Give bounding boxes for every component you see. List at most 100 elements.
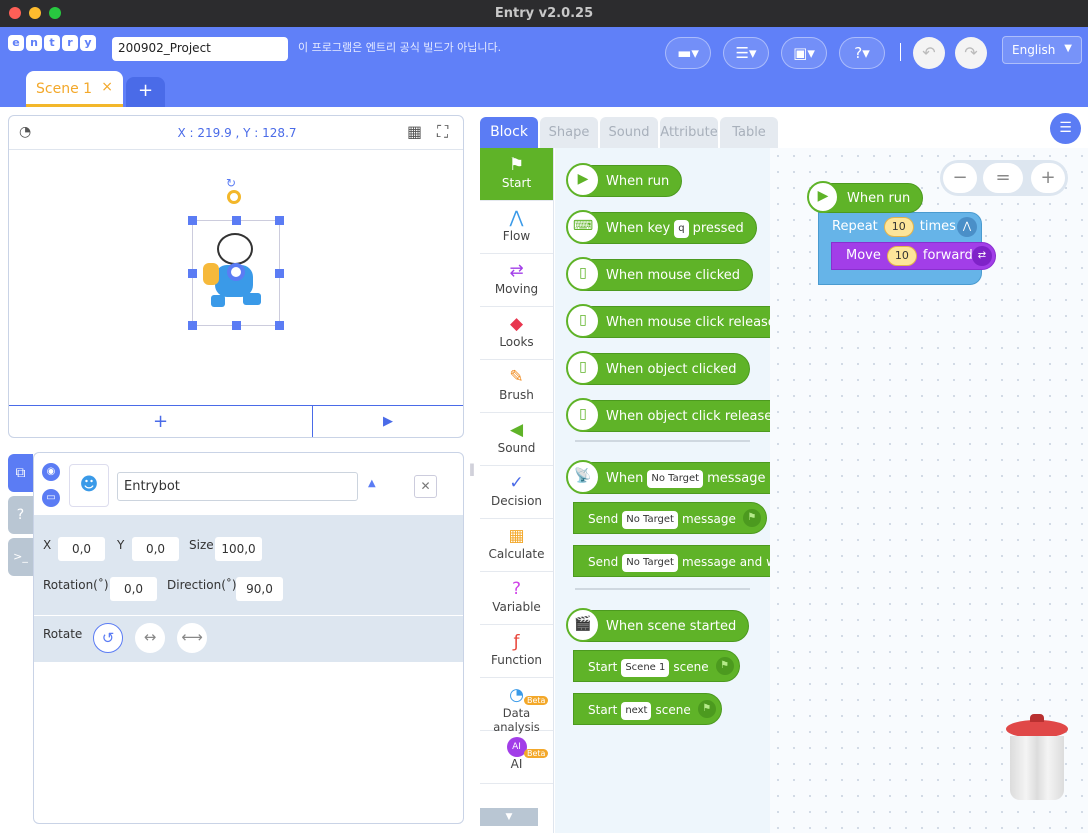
rotate-none-button[interactable]: ⟷: [177, 623, 207, 653]
category-sound[interactable]: ◀ Sound: [480, 413, 553, 466]
move-distance-input[interactable]: 10: [886, 245, 917, 266]
block-start-next-scene[interactable]: Start next scene ⚑: [573, 693, 722, 725]
header: entry 200902_Project 이 프로그램은 엔트리 공식 빌드가 …: [0, 27, 1088, 107]
message-dropdown[interactable]: No Target: [622, 553, 678, 572]
panel-resize-handle[interactable]: ‖: [469, 462, 475, 476]
category-looks[interactable]: ◆ Looks: [480, 307, 553, 360]
grid-icon[interactable]: ▦: [407, 122, 422, 141]
block-when-scene-started[interactable]: 🎬 When scene started: [566, 608, 750, 642]
rotation-label: Rotation(˚): [43, 578, 109, 592]
tab-sound[interactable]: Sound: [600, 117, 658, 148]
block-when-run[interactable]: ▶ When run: [566, 163, 683, 197]
object-thumbnail[interactable]: ☻: [69, 464, 109, 507]
category-decision[interactable]: ✓ Decision: [480, 466, 553, 519]
block-when-run-workspace[interactable]: ▶ When run: [807, 181, 924, 213]
rotate-horizontal-button[interactable]: ↔: [135, 623, 165, 653]
block-when-key-pressed[interactable]: ⌨ When key q pressed: [566, 210, 757, 244]
object-name-input[interactable]: Entrybot: [117, 472, 358, 501]
rotate-icon: ↻: [226, 176, 237, 190]
maximize-window-button[interactable]: [49, 7, 61, 19]
repeat-count-input[interactable]: 10: [883, 216, 914, 237]
y-input[interactable]: 0,0: [132, 537, 179, 561]
zoom-controls: − = +: [940, 160, 1068, 196]
language-select[interactable]: English ▼: [1002, 36, 1082, 64]
help-menu-button[interactable]: ?▾: [839, 37, 885, 69]
moving-icon: ⇄: [509, 261, 524, 281]
message-dropdown[interactable]: No Target: [622, 510, 678, 529]
flow-icon: ⋀: [509, 208, 524, 228]
run-button[interactable]: ▶: [313, 406, 463, 437]
message-dropdown[interactable]: No Target: [647, 469, 704, 488]
undo-button[interactable]: ↶: [913, 37, 945, 69]
category-variable[interactable]: ? Variable: [480, 572, 553, 625]
tab-help[interactable]: ?: [8, 496, 33, 534]
category-brush[interactable]: ✎ Brush: [480, 360, 553, 413]
y-label: Y: [117, 538, 125, 552]
minimize-window-button[interactable]: [29, 7, 41, 19]
window-title: Entry v2.0.25: [494, 6, 594, 21]
x-input[interactable]: 0,0: [58, 537, 105, 561]
scene-dropdown[interactable]: next: [621, 701, 652, 720]
tab-object[interactable]: ⧉: [8, 454, 33, 492]
delete-object-button[interactable]: ✕: [414, 475, 437, 498]
tab-block[interactable]: Block: [480, 117, 538, 148]
block-when-object-clicked[interactable]: ▯ When object clicked: [566, 351, 750, 385]
zoom-in-button[interactable]: +: [1031, 163, 1065, 193]
close-window-button[interactable]: [9, 7, 21, 19]
rotate-label: Rotate: [43, 627, 83, 641]
category-start[interactable]: ⚑ Start: [480, 148, 553, 201]
fullscreen-icon[interactable]: ⛶: [437, 122, 448, 142]
rotation-handle[interactable]: [227, 190, 241, 204]
brush-icon: ✎: [509, 367, 524, 387]
scene-dropdown[interactable]: Scene 1: [621, 658, 670, 677]
entry-logo[interactable]: entry: [8, 35, 96, 51]
category-calculate[interactable]: ▦ Calculate: [480, 519, 553, 572]
redo-button[interactable]: ↷: [955, 37, 987, 69]
stage-canvas[interactable]: ↻: [9, 149, 463, 405]
direction-input[interactable]: 90,0: [236, 577, 283, 601]
block-style-menu-button[interactable]: ▬▾: [665, 37, 711, 69]
move-forward-block[interactable]: Move 10 forward ⇄: [831, 242, 996, 270]
tab-console[interactable]: >_: [8, 538, 33, 576]
moving-icon: ⇄: [972, 246, 992, 266]
mouse-coordinates: X : 219.9 , Y : 128.7: [177, 126, 297, 140]
sprite-selection-box[interactable]: [188, 216, 284, 330]
visibility-eye-icon[interactable]: ◉: [42, 463, 60, 481]
trash-can-icon[interactable]: [1006, 714, 1068, 802]
size-label: Size: [189, 538, 214, 552]
key-dropdown[interactable]: q: [674, 219, 689, 238]
save-menu-button[interactable]: ▣▾: [781, 37, 827, 69]
comment-button[interactable]: ☰: [1050, 113, 1081, 144]
scroll-down-button[interactable]: ▼: [480, 808, 538, 826]
size-input[interactable]: 100,0: [215, 537, 262, 561]
block-when-object-click-released[interactable]: ▯ When object click released: [566, 398, 794, 432]
tab-shape[interactable]: Shape: [540, 117, 598, 148]
category-data-analysis[interactable]: ◔ Beta Data analysis: [480, 678, 553, 734]
category-function[interactable]: ƒ Function: [480, 625, 553, 678]
tab-scene-1[interactable]: Scene 1 ×: [26, 71, 123, 107]
rotation-input[interactable]: 0,0: [110, 577, 157, 601]
category-ai[interactable]: AI Beta AI: [480, 731, 553, 784]
variable-icon: ?: [511, 579, 522, 599]
tab-attribute[interactable]: Attribute: [660, 117, 718, 148]
category-flow[interactable]: ⋀ Flow: [480, 201, 553, 254]
rotate-free-button[interactable]: ↺: [93, 623, 123, 653]
project-name-input[interactable]: 200902_Project: [112, 37, 288, 61]
block-when-mouse-click-released[interactable]: ▯ When mouse click released: [566, 304, 798, 338]
block-send-message[interactable]: Send No Target message ⚑: [573, 502, 767, 534]
collapse-arrow-icon[interactable]: ▲: [368, 478, 376, 489]
unlock-icon[interactable]: ▭: [42, 489, 60, 507]
zoom-out-button[interactable]: −: [943, 163, 977, 193]
zoom-reset-button[interactable]: =: [983, 163, 1023, 193]
close-scene-icon[interactable]: ×: [101, 79, 113, 95]
title-bar: Entry v2.0.25: [0, 0, 1088, 27]
block-when-mouse-clicked[interactable]: ▯ When mouse clicked: [566, 257, 754, 291]
block-start-scene[interactable]: Start Scene 1 scene ⚑: [573, 650, 740, 682]
add-object-button[interactable]: +: [9, 406, 313, 437]
add-scene-button[interactable]: +: [126, 77, 165, 107]
sound-icon: ◀: [509, 420, 524, 440]
tab-table[interactable]: Table: [720, 117, 778, 148]
category-moving[interactable]: ⇄ Moving: [480, 254, 553, 307]
unofficial-notice: 이 프로그램은 엔트리 공식 빌드가 아닙니다.: [298, 41, 502, 54]
file-menu-button[interactable]: ☰▾: [723, 37, 769, 69]
